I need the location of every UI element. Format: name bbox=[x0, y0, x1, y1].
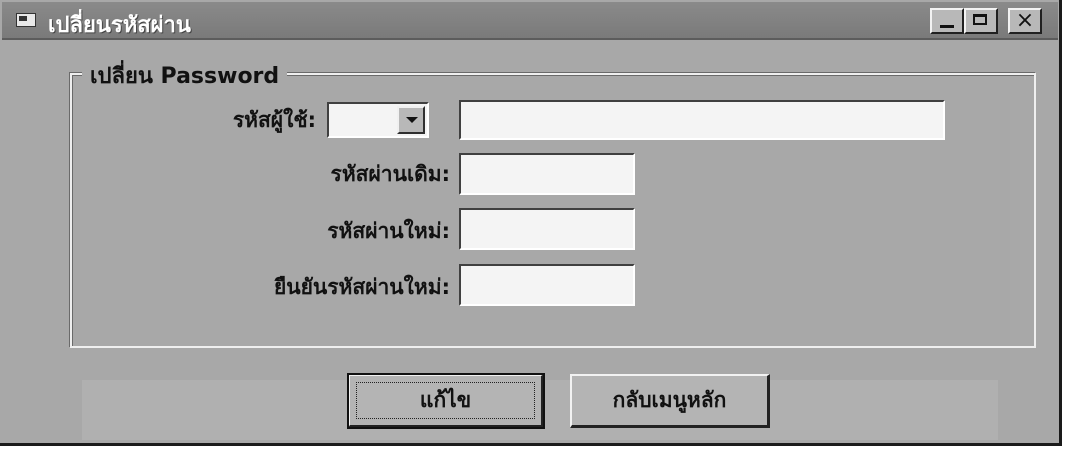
user-id-label: รหัสผู้ใช้: bbox=[232, 108, 316, 132]
title-bar[interactable]: เปลี่ยนรหัสผ่าน × bbox=[2, 2, 1058, 40]
close-icon: × bbox=[1015, 8, 1035, 33]
old-password-field[interactable] bbox=[459, 153, 635, 195]
user-id-combobox[interactable] bbox=[327, 102, 429, 138]
new-password-label: รหัสผ่านใหม่: bbox=[327, 219, 450, 243]
groupbox-title: เปลี่ยน Password bbox=[82, 58, 288, 93]
user-name-field[interactable] bbox=[459, 100, 945, 140]
window-app-icon[interactable] bbox=[16, 13, 36, 27]
maximize-button[interactable] bbox=[964, 8, 998, 34]
back-button-label: กลับเมนูหลัก bbox=[612, 388, 727, 412]
close-button[interactable]: × bbox=[1008, 8, 1042, 34]
minimize-button[interactable] bbox=[930, 8, 964, 34]
confirm-password-label: ยืนยันรหัสผ่านใหม่: bbox=[273, 275, 450, 299]
save-button[interactable]: แก้ไข bbox=[347, 373, 545, 429]
back-to-main-menu-button[interactable]: กลับเมนูหลัก bbox=[570, 374, 770, 428]
old-password-label: รหัสผ่านเดิม: bbox=[330, 162, 450, 186]
dropdown-arrow-icon[interactable] bbox=[397, 106, 425, 134]
focus-rectangle bbox=[356, 382, 535, 419]
new-password-field[interactable] bbox=[459, 208, 635, 250]
window-title: เปลี่ยนรหัสผ่าน bbox=[48, 13, 191, 38]
change-password-window: เปลี่ยนรหัสผ่าน × เปลี่ยน Password รหัสผ… bbox=[0, 0, 1062, 446]
confirm-password-field[interactable] bbox=[459, 264, 635, 306]
